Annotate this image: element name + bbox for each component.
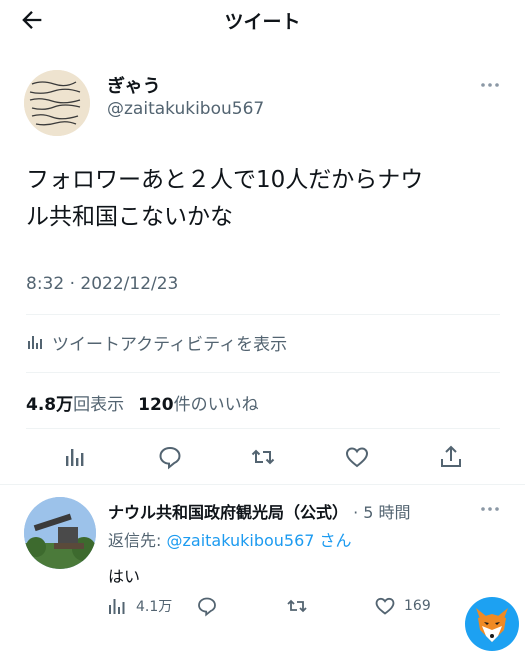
like-icon [375,597,395,615]
reply-views-count: 4.1万 [136,599,173,615]
reply-likes-count: 169 [404,598,431,614]
author-avatar[interactable] [24,70,90,136]
analytics-icon [109,599,125,614]
analytics-icon[interactable] [62,444,88,470]
retweet-icon [287,599,307,613]
like-icon[interactable] [344,444,370,470]
views-label: 回表示 [73,395,125,415]
tweet-text: フォロワーあと２人で10人だからナウ ル共和国こないかな [26,162,506,236]
share-icon[interactable] [438,444,464,470]
tweet-activity-link[interactable]: ツイートアクティビティを表示 [26,330,288,355]
reply-author-name[interactable]: ナウル共和国政府観光局（公式） [108,503,348,522]
engagement-stats: 4.8万 回表示 120 件のいいね [26,390,259,415]
divider [26,428,500,429]
reply-retweet-button[interactable] [286,594,308,618]
tweet-activity-label: ツイートアクティビティを表示 [52,334,288,355]
tweet-text-line: フォロワーあと２人で10人だからナウ [26,167,424,193]
divider [26,372,500,373]
cannon-photo-image [24,497,96,569]
author-handle[interactable]: @zaitakukibou567 [107,99,264,119]
reply-header: ナウル共和国政府観光局（公式） · 5 時間 [108,499,411,523]
reply-icon[interactable] [157,444,183,470]
retweet-icon[interactable] [250,444,276,470]
tweet-timestamp[interactable]: 8:32 · 2022/12/23 [26,274,178,294]
section-separator [0,484,525,485]
divider [26,314,500,315]
reply-views-button[interactable]: 4.1万 [106,594,172,618]
fox-logo-icon [465,597,519,651]
more-options-icon[interactable] [478,78,502,92]
reply-like-button[interactable]: 169 [374,594,431,618]
reply-to-suffix: さん [314,531,352,550]
likes-label[interactable]: 件のいいね [174,390,259,415]
tweet-text-line: ル共和国こないかな [26,204,233,230]
reply-to-prefix: 返信先: [108,531,167,550]
reply-reply-button[interactable] [196,594,218,618]
views-count: 4.8万 [26,395,74,415]
reply-text: はい [108,567,141,586]
reply-to-line: 返信先: @zaitakukibou567 さん [108,527,352,551]
reply-to-mention[interactable]: @zaitakukibou567 [166,531,314,550]
reply-time[interactable]: · 5 時間 [353,503,410,522]
author-display-name[interactable]: ぎゃう [107,72,161,98]
analytics-icon [28,336,42,349]
more-options-icon[interactable] [478,502,502,516]
page-title: ツイート [224,11,301,33]
likes-count[interactable]: 120 [138,395,174,415]
handwritten-note-image [24,70,90,136]
reply-author-avatar[interactable] [24,497,96,569]
top-bar: ツイート [0,0,525,40]
reply-icon [198,597,216,617]
